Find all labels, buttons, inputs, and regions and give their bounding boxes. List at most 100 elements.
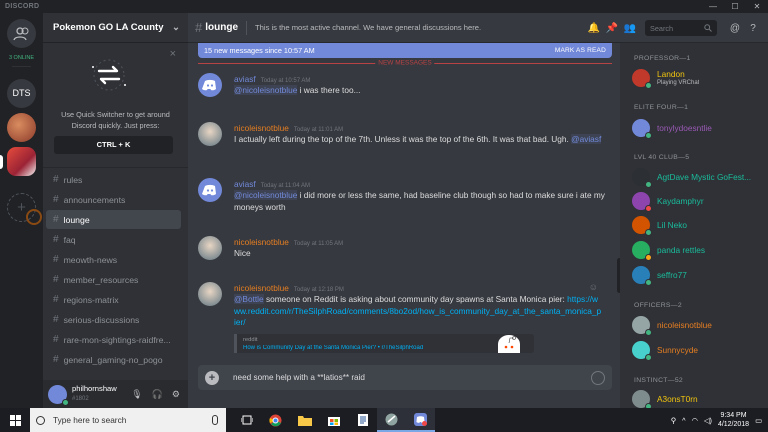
message-timestamp: Today at 11:05 AM (293, 241, 344, 247)
microphone-icon[interactable]: 🎙 (131, 389, 142, 400)
guild-pokemon-go-la[interactable] (7, 147, 36, 176)
bell-icon[interactable]: 🔔 (585, 23, 603, 34)
member-item[interactable]: Lil Neko (632, 214, 766, 236)
channel-rules[interactable]: # rules (46, 170, 181, 189)
mark-as-read-button[interactable]: MARK AS READ (555, 47, 606, 54)
taskbar-search[interactable]: Type here to search (30, 408, 226, 432)
chrome-icon (269, 414, 282, 426)
volume-icon[interactable]: ◁) (704, 416, 712, 425)
avatar[interactable] (198, 282, 222, 306)
hash-icon: # (195, 20, 203, 35)
member-item[interactable]: AgtDave Mystic GoFest... (632, 166, 766, 188)
channel-meowth-news[interactable]: # meowth-news (46, 250, 181, 269)
embed-title[interactable]: How is Community Day at the Santa Monica… (243, 345, 483, 353)
cortana-icon (36, 415, 45, 425)
message-author[interactable]: nicoleisnotblue (234, 237, 289, 247)
server-header[interactable]: Pokemon GO LA County ⌄ (43, 13, 188, 43)
channel-rare-mon-sightings[interactable]: # rare-mon-sightings-raidfre... (46, 330, 181, 349)
action-center-icon[interactable]: ▭ (755, 416, 762, 425)
message-author[interactable]: aviasf (234, 74, 256, 84)
chevron-up-icon[interactable]: ^ (682, 416, 685, 425)
user-mention[interactable]: @nicoleisnotblue (234, 85, 298, 95)
member-item[interactable]: tonylydoesntlie (632, 117, 766, 139)
member-item[interactable]: Sunnycyde (632, 339, 766, 361)
new-messages-divider-label: NEW MESSAGES (375, 59, 435, 67)
overlay-ring (26, 209, 42, 225)
avatar (632, 390, 652, 408)
avatar[interactable] (198, 236, 222, 260)
people-icon[interactable]: ⚲ (671, 416, 676, 425)
member-item[interactable]: nicoleisnotblue (632, 314, 766, 336)
app-logo: DISCORD (5, 3, 40, 10)
channel-general-gaming[interactable]: # general_gaming-no_pogo (46, 350, 181, 369)
message-input[interactable]: need some help with a **latios** raid (233, 373, 591, 382)
taskbar-chrome[interactable] (261, 408, 290, 432)
taskbar-search-placeholder: Type here to search (53, 415, 127, 425)
wifi-icon[interactable]: ◠ (692, 416, 698, 425)
guild-dts[interactable]: DTS (7, 79, 36, 108)
channel-label: lounge (63, 214, 90, 225)
avatar[interactable] (198, 73, 222, 97)
message-author[interactable]: nicoleisnotblue (234, 123, 289, 133)
emoji-icon[interactable] (591, 370, 605, 385)
status-dot (645, 181, 652, 188)
server-name: Pokemon GO LA County (53, 22, 164, 33)
minimize-button[interactable]: — (702, 2, 724, 11)
member-item[interactable]: A3onsT0rn (632, 388, 766, 408)
new-messages-bar[interactable]: 15 new messages since 10:57 AM MARK AS R… (198, 43, 612, 58)
message-author[interactable]: nicoleisnotblue (234, 283, 289, 293)
channel-lounge[interactable]: # lounge (46, 210, 181, 229)
member-item[interactable]: seffro77 (632, 264, 766, 286)
user-mention[interactable]: @nicoleisnotblue (234, 190, 298, 200)
start-button[interactable] (0, 414, 30, 426)
friends-home-button[interactable] (7, 19, 36, 48)
channel-header: # lounge This is the most active channel… (188, 13, 768, 43)
guild-avatar-1[interactable] (7, 113, 36, 142)
member-list-icon[interactable]: 👥 (621, 23, 639, 34)
avatar[interactable] (198, 178, 222, 202)
add-reaction-icon[interactable]: ☺ (589, 282, 598, 292)
mentions-icon[interactable]: @ (726, 23, 744, 34)
search-input[interactable]: Search (645, 20, 717, 36)
upload-plus-button[interactable]: + (205, 370, 219, 385)
close-icon[interactable]: × (170, 48, 176, 60)
taskbar-discord[interactable] (406, 408, 435, 432)
taskbar-explorer[interactable] (290, 408, 319, 432)
taskbar-notepad[interactable] (348, 408, 377, 432)
task-view-button[interactable] (232, 408, 261, 432)
maximize-button[interactable]: ☐ (724, 2, 746, 11)
member-activity: Playing VRChat (657, 79, 700, 86)
channel-serious-discussions[interactable]: # serious-discussions (46, 310, 181, 329)
close-window-button[interactable]: ✕ (746, 2, 768, 11)
discord-icon (414, 412, 427, 426)
message: ☺ nicoleisnotblue Today at 12:18 PM @Bott… (198, 282, 608, 354)
embed-provider: reddit (243, 336, 258, 343)
help-icon[interactable]: ? (744, 23, 762, 34)
member-item[interactable]: panda rettles (632, 239, 766, 261)
link-embed: reddit How is Community Day at the Santa… (234, 333, 534, 353)
channel-label: regions-matrix (63, 294, 119, 305)
user-mention[interactable]: @Bottle (234, 294, 264, 304)
channel-topic[interactable]: This is the most active channel. We have… (255, 23, 481, 32)
message-author[interactable]: aviasf (234, 179, 256, 189)
channel-announcements[interactable]: # announcements (46, 190, 181, 209)
channel-member-resources[interactable]: # member_resources (46, 270, 181, 289)
avatar[interactable] (198, 122, 222, 146)
member-item[interactable]: Kaydamphyr (632, 190, 766, 212)
headset-icon[interactable]: 🎧 (152, 389, 163, 400)
avatar[interactable] (48, 384, 69, 406)
quick-switcher-tip: × Use Quick Switcher to get around Disco… (43, 43, 188, 168)
taskbar-app-active[interactable] (377, 408, 406, 432)
clock[interactable]: 9:34 PM 4/12/2018 (718, 411, 749, 429)
member-item[interactable]: Landon Playing VRChat (632, 67, 766, 89)
user-mention[interactable]: @aviasf (571, 134, 602, 144)
message: nicoleisnotblue Today at 11:05 AM Nice (198, 236, 608, 260)
taskbar-store[interactable] (319, 408, 348, 432)
channel-faq[interactable]: # faq (46, 230, 181, 249)
pin-icon[interactable]: 📌 (603, 23, 621, 34)
channel-regions-matrix[interactable]: # regions-matrix (46, 290, 181, 309)
channel-label: meowth-news (63, 254, 118, 265)
message-composer[interactable]: + need some help with a **latios** raid (198, 365, 612, 390)
gear-icon[interactable]: ⚙ (172, 389, 180, 400)
hash-icon: # (53, 314, 59, 325)
